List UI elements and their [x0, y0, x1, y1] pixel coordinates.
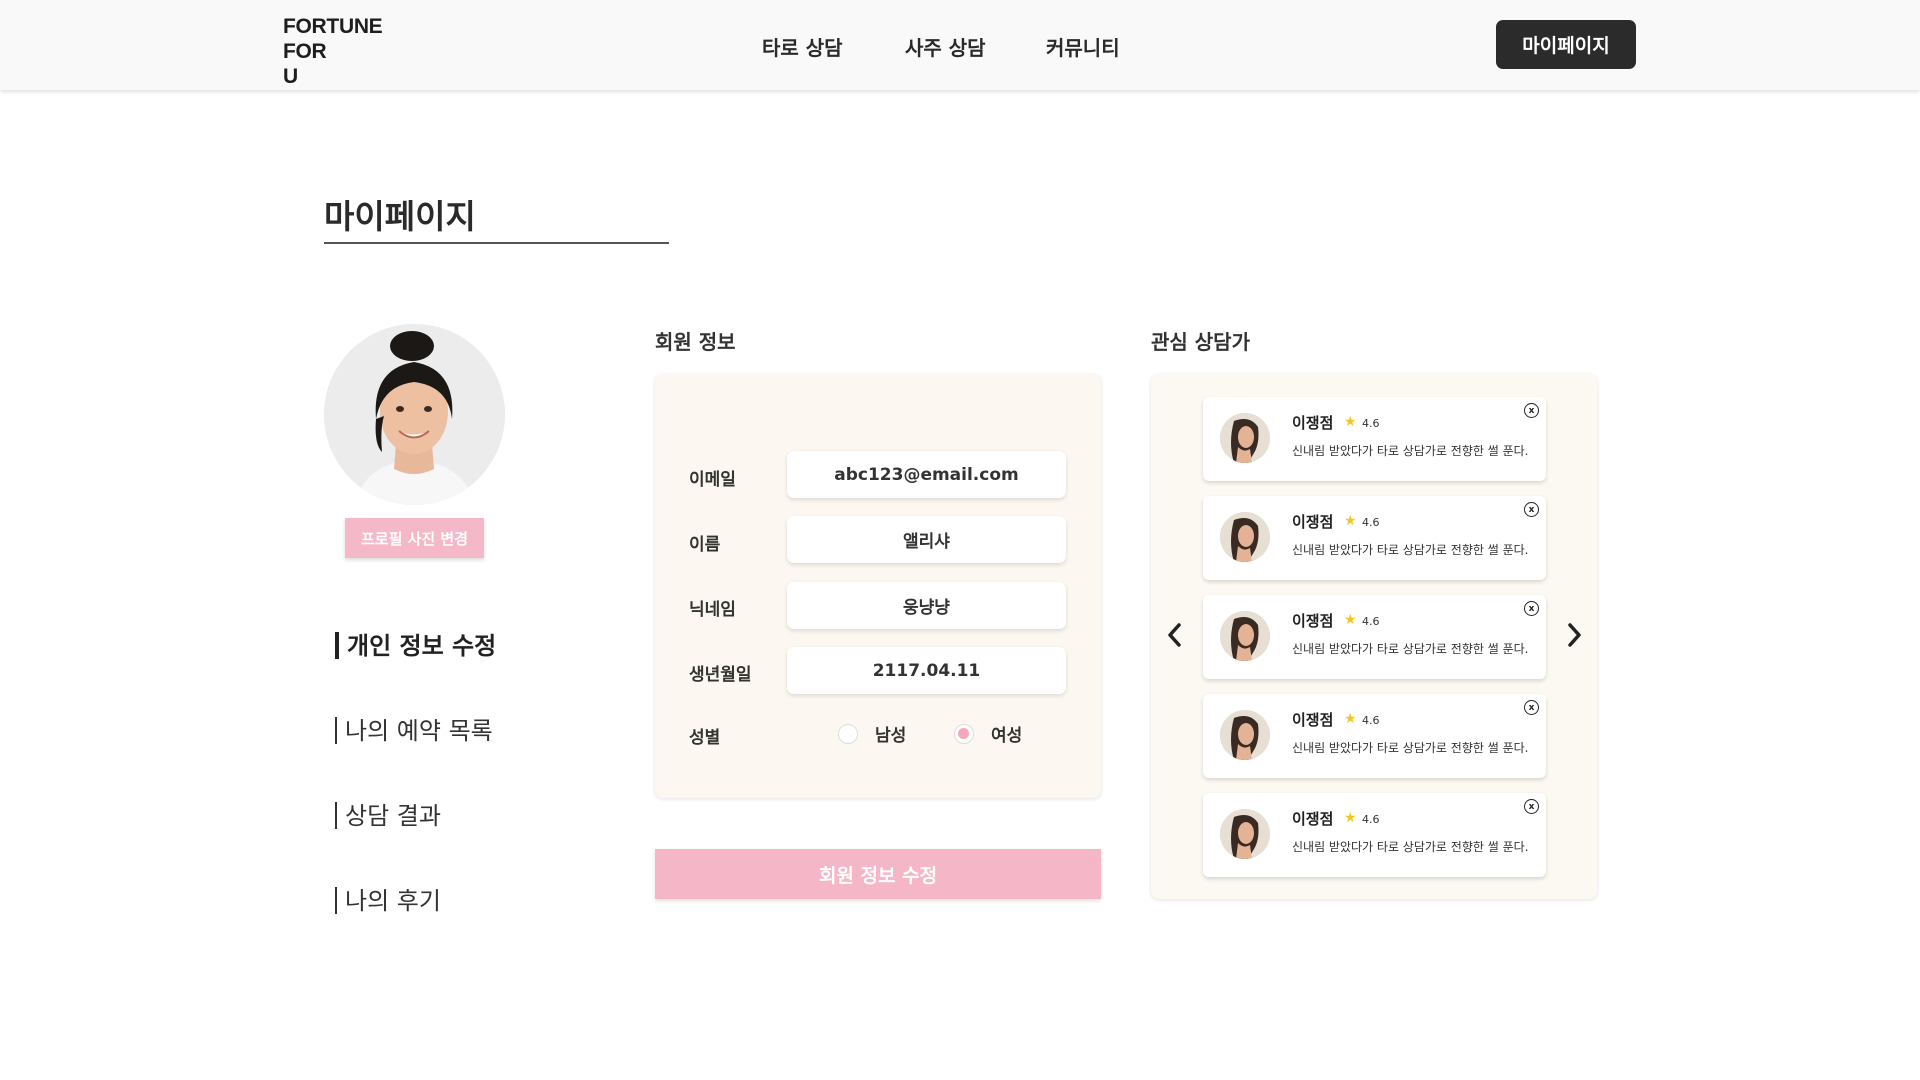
change-photo-button[interactable]: 프로필 사진 변경 — [345, 518, 484, 558]
gender-female-label: 여성 — [991, 726, 1023, 746]
chevron-right-icon[interactable] — [1562, 620, 1586, 650]
counselor-avatar — [1220, 710, 1270, 760]
sidebar-bar — [335, 887, 337, 914]
counselor-card[interactable]: 이쟁점 ★ 4.6 신내림 받았다가 타로 상담가로 전향한 썰 푼다. x — [1203, 496, 1546, 580]
sidebar-bar — [335, 632, 339, 659]
chevron-left-icon[interactable] — [1163, 620, 1187, 650]
gender-label: 성별 — [689, 728, 721, 748]
counselor-name: 이쟁점 — [1292, 711, 1334, 729]
nav-tarot[interactable]: 타로 상담 — [762, 32, 843, 61]
counselor-avatar — [1220, 512, 1270, 562]
counselor-rating: 4.6 — [1362, 714, 1380, 727]
sidebar-item-edit-info[interactable]: 개인 정보 수정 — [335, 626, 496, 661]
logo-line-3: U — [283, 65, 298, 88]
title-underline — [324, 242, 669, 244]
counselor-name: 이쟁점 — [1292, 810, 1334, 828]
gender-male-label: 남성 — [875, 726, 907, 746]
name-field[interactable] — [787, 516, 1066, 563]
counselor-description: 신내림 받았다가 타로 상담가로 전향한 썰 푼다. — [1292, 642, 1529, 656]
counselor-name: 이쟁점 — [1292, 414, 1334, 432]
gender-male-radio[interactable] — [838, 724, 858, 744]
sidebar-item-label: 나의 예약 목록 — [345, 717, 493, 745]
sidebar-bar — [335, 717, 337, 744]
counselor-name: 이쟁점 — [1292, 513, 1334, 531]
counselor-rating: 4.6 — [1362, 417, 1380, 430]
counselor-card[interactable]: 이쟁점 ★ 4.6 신내림 받았다가 타로 상담가로 전향한 썰 푼다. x — [1203, 793, 1546, 877]
nav-saju[interactable]: 사주 상담 — [905, 32, 986, 61]
sidebar-item-reservations[interactable]: 나의 예약 목록 — [335, 711, 493, 746]
profile-avatar — [324, 324, 505, 505]
logo-line-1: FORTUNE — [283, 15, 383, 38]
nickname-label: 닉네임 — [689, 600, 736, 620]
email-field[interactable] — [787, 451, 1066, 498]
counselor-avatar — [1220, 611, 1270, 661]
star-icon: ★ — [1344, 810, 1357, 826]
brand-logo[interactable]: FORTUNE FOR U — [283, 14, 383, 89]
sidebar-item-label: 상담 결과 — [345, 802, 441, 830]
star-icon: ★ — [1344, 612, 1357, 628]
logo-line-2: FOR — [283, 40, 327, 63]
counselor-card[interactable]: 이쟁점 ★ 4.6 신내림 받았다가 타로 상담가로 전향한 썰 푼다. x — [1203, 595, 1546, 679]
close-icon[interactable]: x — [1524, 799, 1539, 814]
counselor-description: 신내림 받았다가 타로 상담가로 전향한 썰 푼다. — [1292, 840, 1529, 854]
counselor-card[interactable]: 이쟁점 ★ 4.6 신내림 받았다가 타로 상담가로 전향한 썰 푼다. x — [1203, 694, 1546, 778]
star-icon: ★ — [1344, 711, 1357, 727]
update-info-button[interactable]: 회원 정보 수정 — [655, 849, 1101, 899]
counselor-rating: 4.6 — [1362, 813, 1380, 826]
counselor-avatar — [1220, 413, 1270, 463]
page-title: 마이페이지 — [324, 197, 476, 236]
email-label: 이메일 — [689, 470, 736, 490]
sidebar-item-label: 개인 정보 수정 — [347, 632, 497, 660]
member-info-card: 이메일 이름 닉네임 생년월일 성별 남성 여성 — [655, 374, 1101, 798]
counselor-description: 신내림 받았다가 타로 상담가로 전향한 썰 푼다. — [1292, 444, 1529, 458]
birthdate-label: 생년월일 — [689, 665, 752, 685]
mypage-button[interactable]: 마이페이지 — [1496, 20, 1636, 69]
favorites-title: 관심 상담가 — [1151, 330, 1250, 354]
nav-community[interactable]: 커뮤니티 — [1046, 32, 1120, 61]
close-icon[interactable]: x — [1524, 700, 1539, 715]
sidebar-item-results[interactable]: 상담 결과 — [335, 796, 441, 831]
counselor-avatar — [1220, 809, 1270, 859]
nickname-field[interactable] — [787, 582, 1066, 629]
member-info-title: 회원 정보 — [655, 330, 736, 354]
counselor-rating: 4.6 — [1362, 615, 1380, 628]
sidebar-item-label: 나의 후기 — [345, 887, 441, 915]
counselor-description: 신내림 받았다가 타로 상담가로 전향한 썰 푼다. — [1292, 741, 1529, 755]
sidebar-item-reviews[interactable]: 나의 후기 — [335, 881, 441, 916]
sidebar-bar — [335, 802, 337, 829]
birthdate-field[interactable] — [787, 647, 1066, 694]
counselor-rating: 4.6 — [1362, 516, 1380, 529]
top-header: FORTUNE FOR U 타로 상담 사주 상담 커뮤니티 마이페이지 — [0, 0, 1920, 90]
star-icon: ★ — [1344, 414, 1357, 430]
counselor-card[interactable]: 이쟁점 ★ 4.6 신내림 받았다가 타로 상담가로 전향한 썰 푼다. x — [1203, 397, 1546, 481]
star-icon: ★ — [1344, 513, 1357, 529]
counselor-description: 신내림 받았다가 타로 상담가로 전향한 썰 푼다. — [1292, 543, 1529, 557]
counselor-name: 이쟁점 — [1292, 612, 1334, 630]
name-label: 이름 — [689, 535, 721, 555]
avatar-illustration — [324, 324, 505, 505]
favorites-panel: 이쟁점 ★ 4.6 신내림 받았다가 타로 상담가로 전향한 썰 푼다. x 이… — [1151, 374, 1597, 899]
close-icon[interactable]: x — [1524, 502, 1539, 517]
close-icon[interactable]: x — [1524, 403, 1539, 418]
close-icon[interactable]: x — [1524, 601, 1539, 616]
gender-female-radio[interactable] — [954, 724, 974, 744]
